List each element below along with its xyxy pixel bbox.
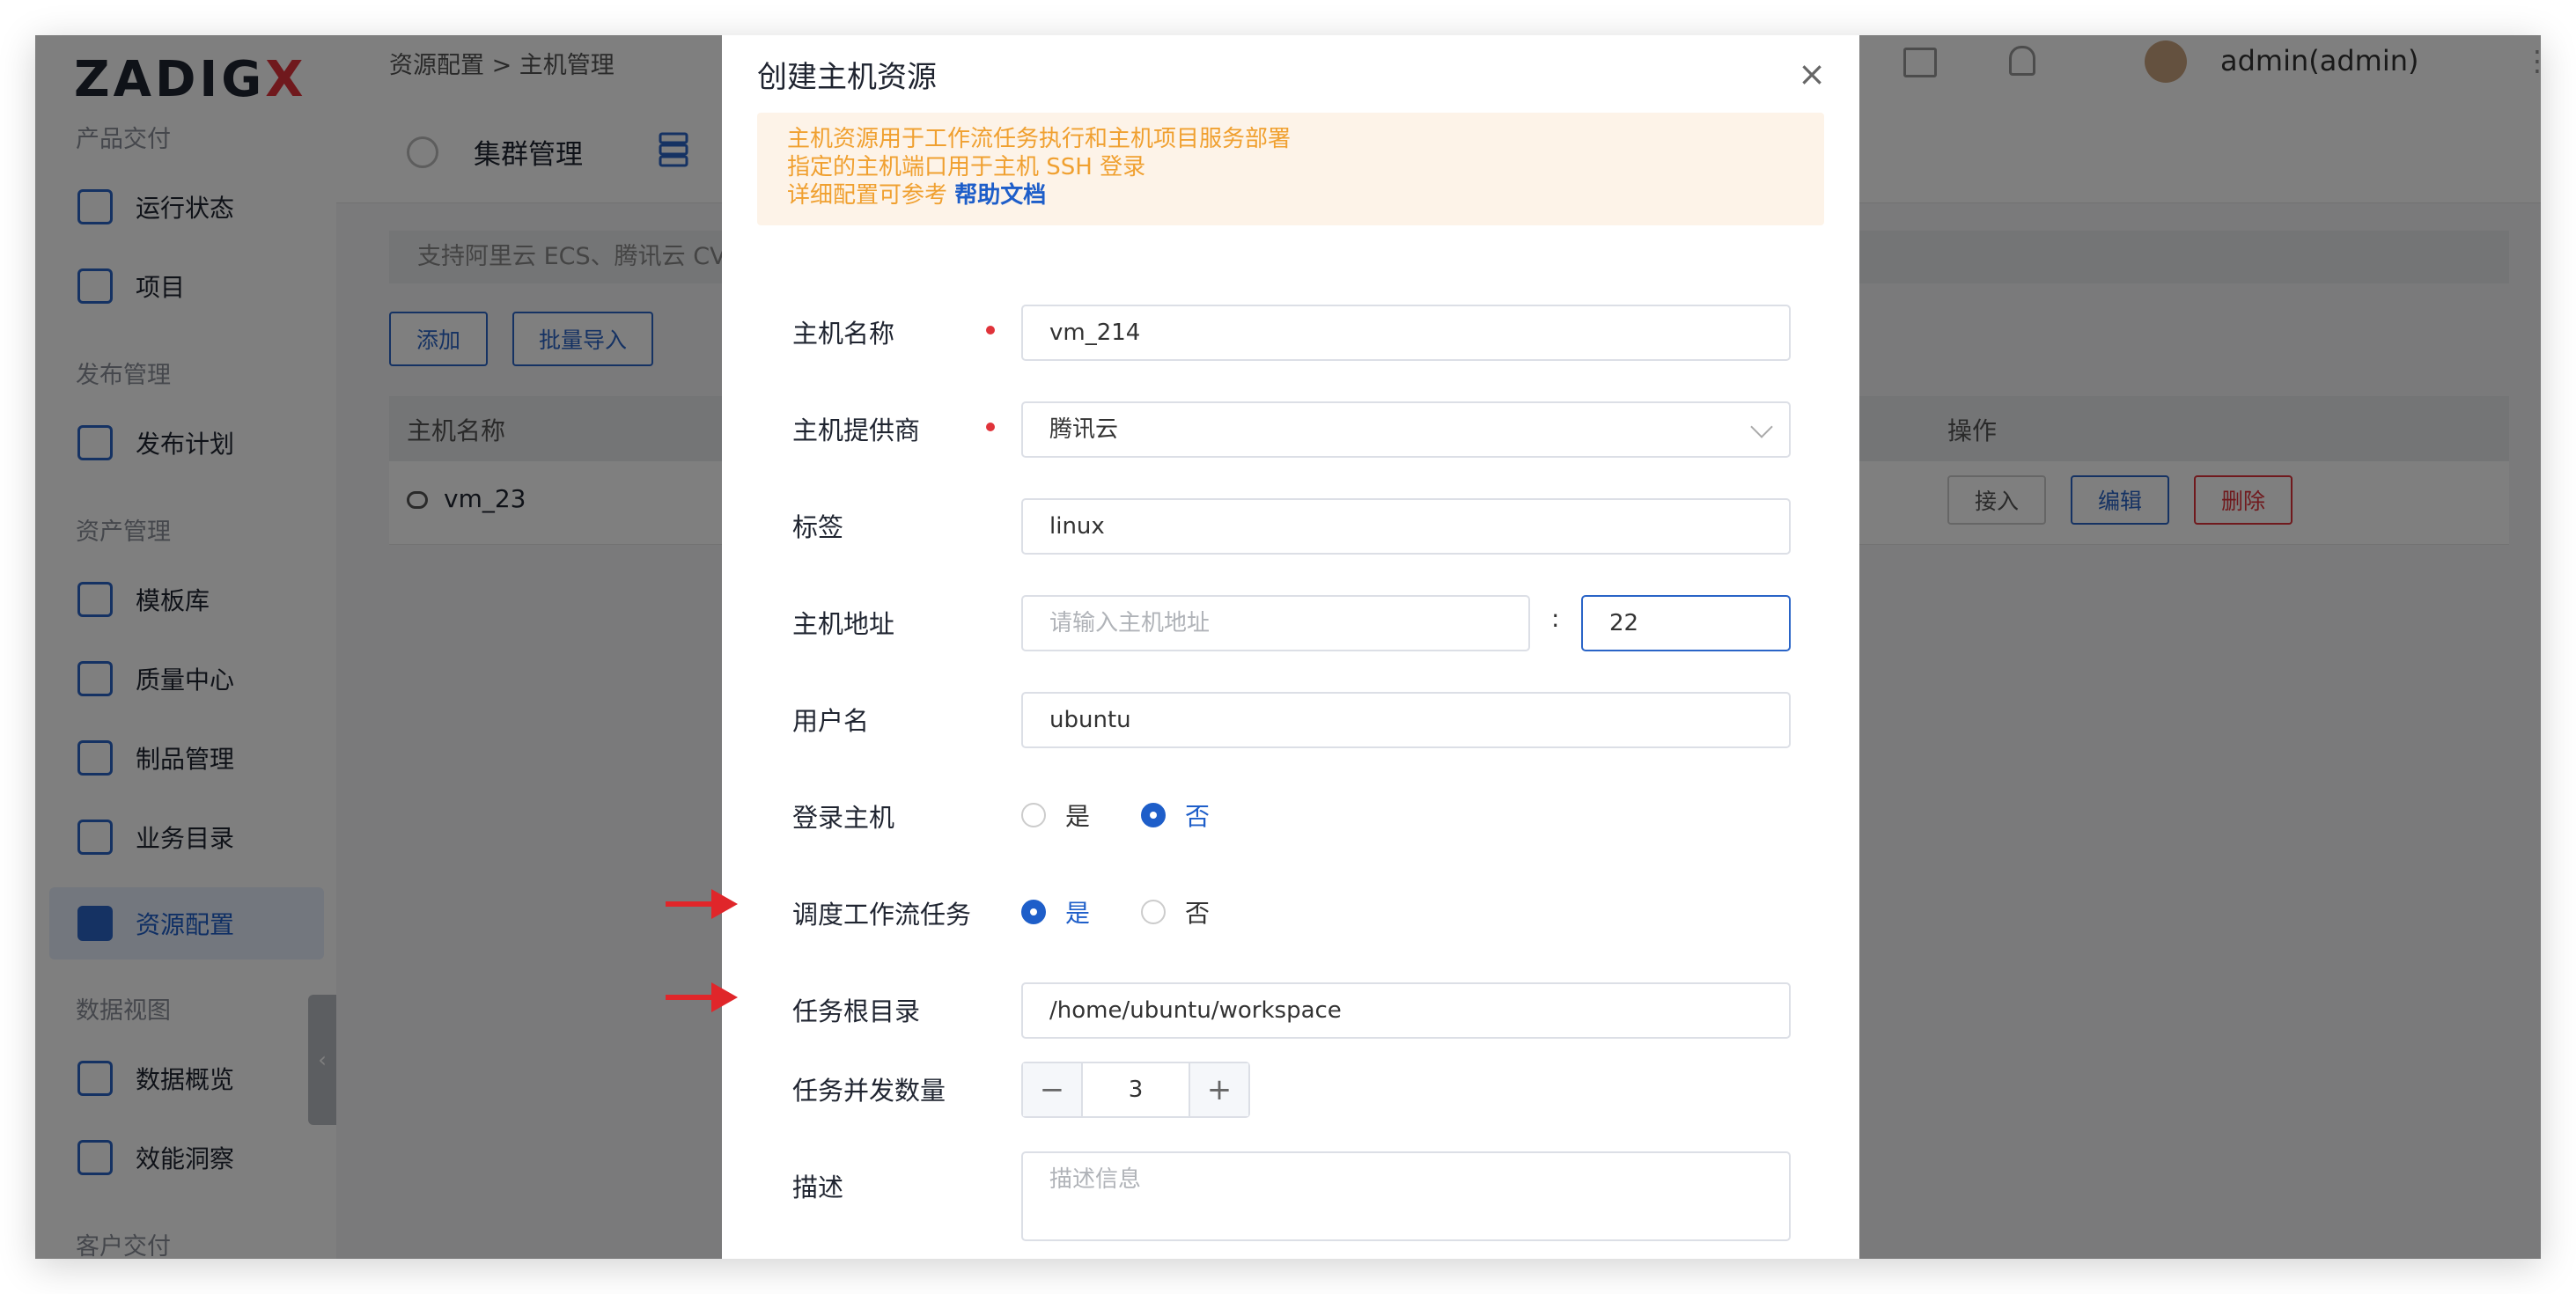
radio-label: 否 xyxy=(1185,802,1211,831)
decrement-button[interactable]: − xyxy=(1023,1063,1081,1116)
label-address: 主机地址 xyxy=(792,609,895,639)
annotation-arrow-icon xyxy=(666,889,738,919)
annotation-arrow-icon xyxy=(666,982,738,1012)
notice-line-2: 指定的主机端口用于主机 SSH 登录 xyxy=(787,154,1146,180)
login-yes-radio[interactable]: 是 xyxy=(1021,798,1090,833)
label-description: 描述 xyxy=(792,1173,844,1202)
radio-circle xyxy=(1021,803,1046,827)
label-host-name: 主机名称 xyxy=(792,319,895,349)
label-tag: 标签 xyxy=(792,512,844,542)
radio-circle xyxy=(1141,900,1166,924)
port-input[interactable]: 22 xyxy=(1581,595,1791,651)
label-concurrency: 任务并发数量 xyxy=(792,1076,946,1106)
tag-input[interactable]: linux xyxy=(1021,498,1791,555)
radio-label: 否 xyxy=(1185,899,1211,928)
chevron-down-icon xyxy=(1750,415,1773,438)
help-doc-link[interactable]: 帮助文档 xyxy=(954,182,1046,209)
notice-line-1: 主机资源用于工作流任务执行和主机项目服务部署 xyxy=(787,126,1292,152)
radio-label: 是 xyxy=(1065,802,1091,831)
app-window: ZADIGX 产品交付 运行状态 项目 发布管理 发布计划 资产管理 模板库 质… xyxy=(35,35,2541,1259)
schedule-yes-radio[interactable]: 是 xyxy=(1021,894,1090,930)
create-host-dialog: 创建主机资源 × 主机资源用于工作流任务执行和主机项目服务部署 指定的主机端口用… xyxy=(722,35,1859,1259)
info-notice: 主机资源用于工作流任务执行和主机项目服务部署 指定的主机端口用于主机 SSH 登… xyxy=(757,113,1824,225)
radio-circle xyxy=(1021,900,1046,924)
radio-label: 是 xyxy=(1065,899,1091,928)
login-no-radio[interactable]: 否 xyxy=(1141,798,1210,833)
label-workdir: 任务根目录 xyxy=(792,996,921,1026)
label-schedule-workflow: 调度工作流任务 xyxy=(792,900,972,930)
concurrency-stepper: − 3 + xyxy=(1021,1062,1250,1118)
close-icon[interactable]: × xyxy=(1798,55,1826,93)
label-username: 用户名 xyxy=(792,706,870,736)
label-provider: 主机提供商 xyxy=(792,415,921,445)
provider-select[interactable]: 腾讯云 xyxy=(1021,401,1791,458)
port-separator: : xyxy=(1551,604,1560,633)
notice-line-3: 详细配置可参考 帮助文档 xyxy=(787,181,1824,210)
notice-prefix: 详细配置可参考 xyxy=(787,182,948,209)
required-marker xyxy=(986,326,995,335)
radio-circle xyxy=(1141,803,1166,827)
increment-button[interactable]: + xyxy=(1190,1063,1248,1116)
workdir-input[interactable]: /home/ubuntu/workspace xyxy=(1021,982,1791,1039)
required-marker xyxy=(986,423,995,431)
username-input[interactable]: ubuntu xyxy=(1021,692,1791,748)
schedule-no-radio[interactable]: 否 xyxy=(1141,894,1210,930)
host-address-input[interactable]: 请输入主机地址 xyxy=(1021,595,1530,651)
provider-value: 腾讯云 xyxy=(1049,416,1119,443)
host-name-input[interactable]: vm_214 xyxy=(1021,305,1791,361)
description-textarea[interactable]: 描述信息 xyxy=(1021,1151,1791,1241)
label-login-host: 登录主机 xyxy=(792,803,895,833)
concurrency-value[interactable]: 3 xyxy=(1081,1063,1190,1116)
dialog-title: 创建主机资源 xyxy=(757,60,937,95)
